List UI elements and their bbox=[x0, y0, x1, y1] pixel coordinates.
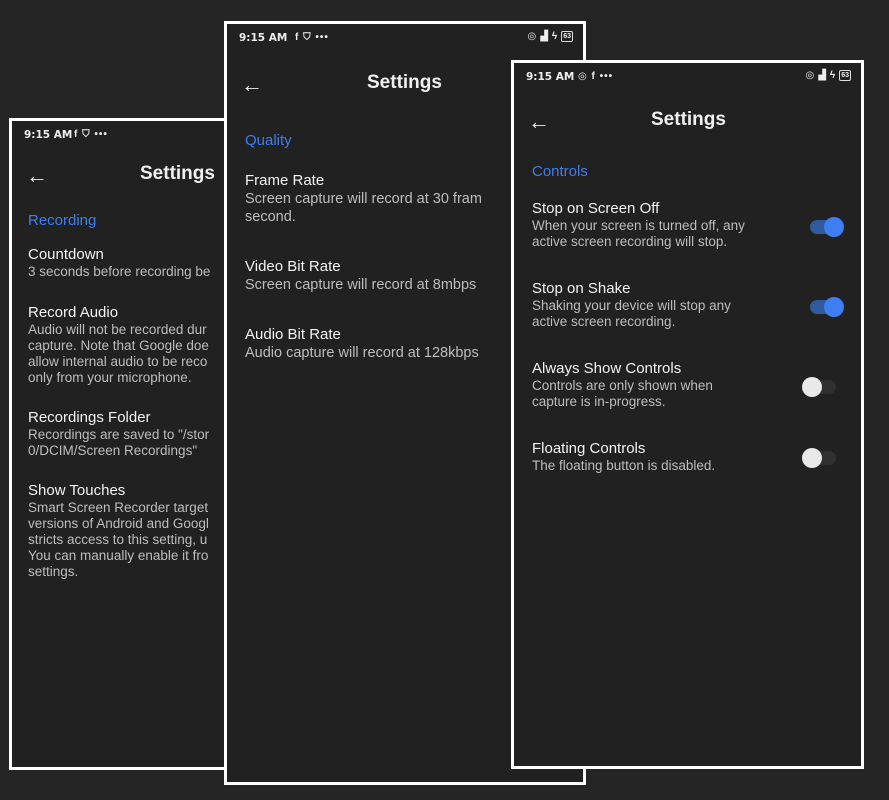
battery-icon: 63 bbox=[839, 70, 851, 81]
setting-countdown[interactable]: Countdown 3 seconds before recording be bbox=[28, 245, 236, 280]
back-arrow-icon[interactable]: ← bbox=[241, 72, 263, 98]
setting-description: Recordings are saved to "/stor 0/DCIM/Sc… bbox=[28, 427, 210, 458]
charging-icon: ϟ bbox=[551, 31, 558, 42]
setting-name: Countdown bbox=[28, 246, 104, 263]
app-bar: ← Settings bbox=[12, 157, 236, 197]
stop-on-shake-toggle[interactable] bbox=[810, 297, 844, 317]
toggle-knob bbox=[802, 377, 822, 397]
setting-stop-on-screen-off[interactable]: Stop on Screen Off When your screen is t… bbox=[532, 199, 801, 250]
setting-description: The floating button is disabled. bbox=[532, 458, 716, 473]
setting-name: Record Audio bbox=[28, 304, 119, 321]
back-arrow-icon[interactable]: ← bbox=[528, 109, 550, 135]
status-time: 9:15 AM bbox=[24, 129, 73, 141]
setting-description: Shaking your device will stop any active… bbox=[532, 298, 731, 329]
setting-description: Controls are only shown when capture is … bbox=[532, 378, 713, 409]
notification-icons: f ⛉ ••• bbox=[295, 32, 329, 43]
setting-stop-on-shake[interactable]: Stop on Shake Shaking your device will s… bbox=[532, 279, 801, 330]
page-title: Settings bbox=[367, 72, 442, 93]
status-bar: 9:15 AM f ⛉ ••• bbox=[12, 121, 236, 147]
toggle-knob bbox=[824, 297, 844, 317]
status-time: 9:15 AM bbox=[239, 32, 288, 44]
setting-record-audio[interactable]: Record Audio Audio will not be recorded … bbox=[28, 303, 236, 386]
charging-icon: ϟ bbox=[829, 70, 836, 81]
system-icons: ◎ ▟ ϟ 63 bbox=[805, 70, 851, 81]
signal-icon: ▟ bbox=[818, 70, 826, 81]
setting-name: Stop on Shake bbox=[532, 280, 631, 297]
toggle-knob bbox=[824, 217, 844, 237]
back-arrow-icon[interactable]: ← bbox=[26, 163, 48, 189]
page-title: Settings bbox=[140, 163, 215, 184]
notification-icons: ◎ f ••• bbox=[578, 71, 614, 82]
setting-description: Audio will not be recorded dur capture. … bbox=[28, 322, 209, 385]
floating-controls-toggle[interactable] bbox=[802, 448, 836, 468]
setting-description: 3 seconds before recording be bbox=[28, 264, 211, 279]
section-header-controls: Controls bbox=[532, 163, 588, 180]
always-show-controls-toggle[interactable] bbox=[802, 377, 836, 397]
setting-show-touches[interactable]: Show Touches Smart Screen Recorder targe… bbox=[28, 481, 236, 580]
app-bar: ← Settings bbox=[514, 103, 861, 143]
phone-screen-controls: 9:15 AM ◎ f ••• ◎ ▟ ϟ 63 ← Settings Cont… bbox=[511, 60, 864, 769]
battery-icon: 63 bbox=[561, 31, 573, 42]
setting-always-show-controls[interactable]: Always Show Controls Controls are only s… bbox=[532, 359, 801, 410]
signal-icon: ▟ bbox=[540, 31, 548, 42]
setting-name: Recordings Folder bbox=[28, 409, 151, 426]
system-icons: ◎ ▟ ϟ 63 bbox=[527, 31, 573, 42]
setting-name: Always Show Controls bbox=[532, 360, 682, 377]
setting-description: Smart Screen Recorder target versions of… bbox=[28, 500, 209, 579]
status-time: 9:15 AM bbox=[526, 71, 575, 83]
setting-description: When your screen is turned off, any acti… bbox=[532, 218, 745, 249]
status-bar: 9:15 AM ◎ f ••• ◎ ▟ ϟ 63 bbox=[514, 63, 861, 89]
setting-name: Stop on Screen Off bbox=[532, 200, 660, 217]
section-header-recording: Recording bbox=[28, 212, 97, 229]
toggle-knob bbox=[802, 448, 822, 468]
notification-icons: f ⛉ ••• bbox=[74, 129, 108, 140]
page-title: Settings bbox=[651, 109, 726, 130]
setting-floating-controls[interactable]: Floating Controls The floating button is… bbox=[532, 439, 801, 474]
setting-name: Show Touches bbox=[28, 482, 126, 499]
stop-on-screen-off-toggle[interactable] bbox=[810, 217, 844, 237]
status-bar: 9:15 AM f ⛉ ••• ◎ ▟ ϟ 63 bbox=[227, 24, 583, 50]
setting-name: Floating Controls bbox=[532, 440, 646, 457]
phone-screen-recording: 9:15 AM f ⛉ ••• ← Settings Recording Cou… bbox=[9, 118, 239, 770]
setting-recordings-folder[interactable]: Recordings Folder Recordings are saved t… bbox=[28, 408, 236, 459]
wifi-icon: ◎ bbox=[805, 70, 815, 81]
section-header-quality: Quality bbox=[245, 132, 292, 149]
wifi-icon: ◎ bbox=[527, 31, 537, 42]
